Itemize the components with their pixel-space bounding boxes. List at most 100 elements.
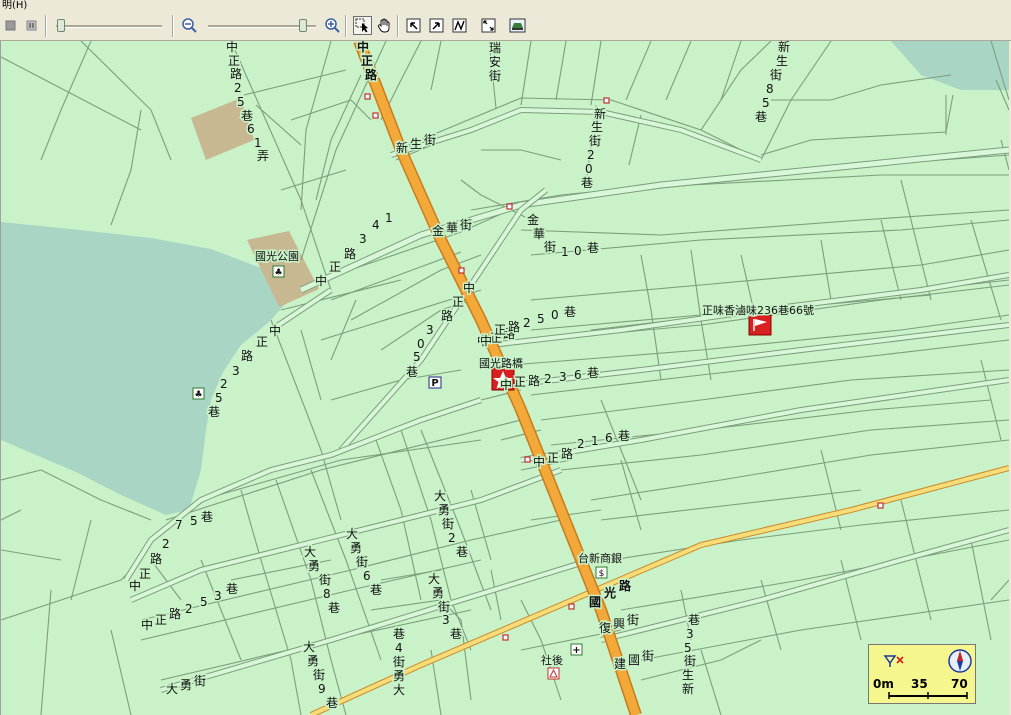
label-alley-dy2-3: 2 (448, 531, 456, 545)
label-alley-zz2561-2: 路 (230, 66, 242, 81)
svg-text:$: $ (599, 569, 605, 579)
speed-slider-thumb[interactable] (57, 19, 65, 32)
label-ruian-street-0: 瑞 (489, 41, 501, 55)
svg-text:P: P (431, 378, 438, 389)
label-alley-dy9-4: 巷 (326, 696, 338, 710)
label-xinsheng-street-1: 生 (410, 137, 422, 151)
label-alley-dy9-2: 街 (313, 668, 325, 682)
fullscreen-button[interactable] (479, 16, 498, 35)
label-alley-dy4-3: 勇 (393, 669, 405, 683)
label-ruian-street-2: 街 (489, 69, 501, 83)
label-alley-xs85-5: 巷 (755, 110, 767, 124)
label-alley-xs20-4: 0 (585, 162, 593, 176)
label-alley-dy4-0: 巷 (393, 627, 405, 641)
label-alley-zz236-2: 路 (528, 373, 540, 388)
bank-icon: $ (595, 566, 608, 579)
label-alley-zz305-5: 5 (413, 350, 421, 364)
label-jinhua-alley-0: 金 (527, 212, 539, 227)
map-canvas: ♣ ♣ P $ + 中正路國光 路中 正 路金 華 街 金華街 1 0 巷新 生… (1, 41, 1009, 715)
label-alley-zz2561-0: 中 (226, 41, 238, 54)
label-alley-zz275-3: 2 (162, 537, 170, 551)
label-alley-zz216-1: 正 (547, 451, 559, 465)
label-alley-xs20-2: 街 (589, 134, 601, 148)
label-alley-dy9-3: 9 (318, 682, 326, 696)
label-alley-zz341-2: 3 (359, 232, 367, 246)
label-alley-xs35-5: 新 (682, 681, 694, 696)
label-alley-zz2561-7: 1 (254, 136, 262, 150)
label-alley-zz325-2: 路 (241, 348, 253, 363)
label-community: 社後 (541, 653, 563, 667)
scale-graphics (883, 649, 972, 699)
route-back-button[interactable] (404, 16, 423, 35)
filter-icon (883, 655, 904, 667)
zoom-out-icon (182, 18, 197, 33)
label-alley-xs20-0: 新 (594, 106, 606, 121)
label-jianguo-street-0: 建 (614, 657, 626, 671)
label-alley-dy9-0: 大 (303, 640, 315, 654)
zoom-in-icon (325, 18, 340, 33)
pan-tool-button[interactable] (375, 16, 394, 35)
toolbar-separator (345, 15, 347, 37)
fullscreen-icon (481, 18, 496, 33)
label-alley-zz250-1: 正 (494, 323, 506, 337)
label-alley-dy4-1: 4 (395, 641, 403, 655)
label-alley-zz325-1: 正 (256, 335, 268, 349)
label-jinhua-alley-3: 1 (561, 245, 569, 259)
label-jinhua-alley-2: 街 (544, 240, 556, 254)
label-alley-xs85-1: 生 (776, 54, 788, 68)
menu-help[interactable]: 明(H) (0, 0, 27, 11)
label-alley-zz253-5: 3 (214, 589, 222, 603)
route-forward-icon (429, 18, 444, 33)
label-alley-zz216-4: 1 (591, 434, 599, 448)
label-alley-zz236-3: 2 (544, 372, 552, 386)
route-path-button[interactable] (450, 16, 469, 35)
label-zhongzheng-road-0: 中 (357, 41, 369, 54)
route-forward-button[interactable] (427, 16, 446, 35)
label-alley-zz2561-5: 巷 (241, 109, 253, 123)
label-alley-dy4-4: 大 (393, 683, 405, 697)
speed-slider-track[interactable] (56, 25, 162, 28)
label-alley-dy3-1: 勇 (432, 586, 444, 600)
destination-flag-icon (748, 314, 772, 336)
select-tool-button[interactable] (353, 16, 372, 35)
zoom-in-button[interactable] (323, 16, 342, 35)
label-alley-dy4-2: 街 (393, 655, 405, 669)
svg-text:♣: ♣ (194, 390, 202, 400)
parking-icon: P (428, 376, 442, 389)
label-jianguo-street-2: 街 (642, 649, 654, 663)
label-alley-xs35-4: 生 (682, 668, 694, 682)
label-alley-dy6-1: 勇 (350, 541, 362, 555)
label-alley-zz253-4: 5 (200, 595, 208, 609)
label-alley-zz216-5: 6 (605, 431, 613, 445)
label-alley-zz250-4: 5 (537, 312, 545, 326)
pause-button[interactable] (22, 16, 41, 35)
label-alley-zz305-2: 路 (441, 308, 453, 323)
zoom-slider-thumb[interactable] (299, 19, 307, 32)
scale-label-0: 0m (873, 677, 894, 691)
compass-icon (948, 649, 972, 673)
label-alley-zz253-3: 2 (185, 602, 193, 616)
toolbar-separator (45, 15, 47, 37)
label-alley-zz305-3: 3 (426, 323, 434, 337)
label-guoguang-road-1: 光 (603, 585, 616, 600)
label-alley-zz250-3: 2 (523, 316, 531, 330)
vehicle-view-button[interactable] (508, 16, 527, 35)
label-dayong-street-1: 勇 (180, 678, 192, 692)
label-alley-dy8-3: 8 (323, 587, 331, 601)
label-alley-xs85-2: 街 (770, 68, 782, 82)
label-guoguang-road-2: 路 (619, 578, 632, 593)
label-alley-zz325-4: 2 (220, 377, 228, 391)
label-alley-zz275-4: 7 (175, 518, 183, 532)
label-alley-zz253-1: 正 (155, 613, 167, 627)
label-fuxing-street-2: 街 (627, 613, 639, 627)
map-view[interactable]: ♣ ♣ P $ + 中正路國 光 路 中 正 路 金 華 街 金 華 街 1 0… (0, 41, 1009, 715)
label-alley-dy2-0: 大 (434, 489, 446, 503)
label-jinhua-alley-4: 0 (574, 244, 582, 258)
stop-button[interactable] (1, 16, 20, 35)
label-alley-dy3-0: 大 (428, 572, 440, 586)
label-alley-zz341-3: 路 (344, 246, 356, 261)
label-alley-zz250-5: 0 (551, 308, 559, 322)
zoom-out-button[interactable] (180, 16, 199, 35)
label-alley-dy6-3: 6 (363, 569, 371, 583)
label-jianguo-street-1: 國 (628, 653, 640, 667)
